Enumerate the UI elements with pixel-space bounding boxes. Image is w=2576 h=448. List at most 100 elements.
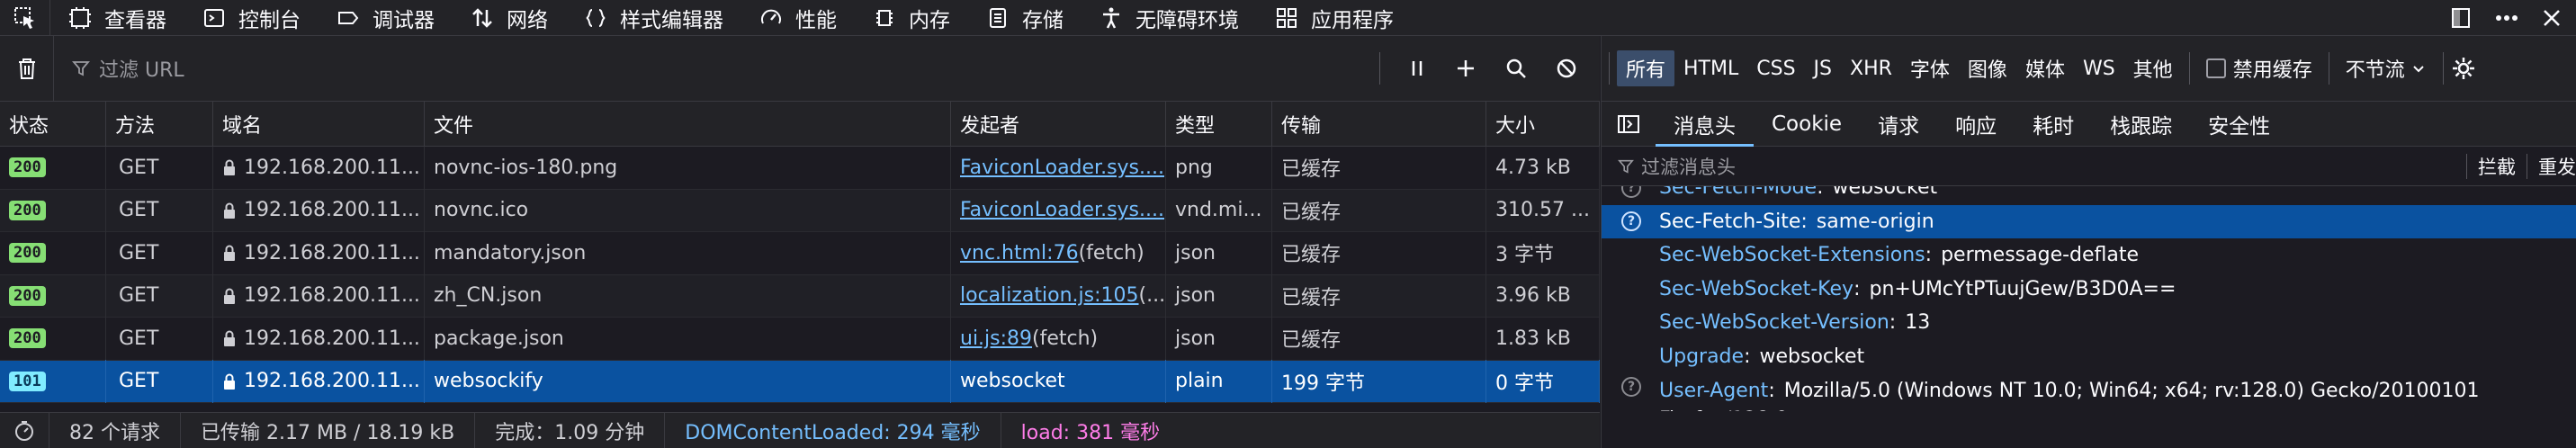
toolbox-tab-console[interactable]: 控制台 bbox=[184, 0, 319, 36]
divider bbox=[1609, 52, 1610, 85]
type-filter-button[interactable]: JS bbox=[1805, 50, 1841, 86]
resend-button[interactable]: 重发 bbox=[2538, 153, 2576, 180]
column-header[interactable]: 方法 bbox=[106, 101, 213, 147]
element-picker-button[interactable] bbox=[0, 0, 50, 36]
add-request-icon[interactable] bbox=[1454, 57, 1477, 80]
transfer-cell: 已缓存 bbox=[1272, 274, 1486, 318]
initiator-cause: (fetch) bbox=[1032, 327, 1099, 350]
header-help-icon[interactable]: ? bbox=[1618, 186, 1645, 198]
disable-cache-toggle[interactable]: 禁用缓存 bbox=[2197, 50, 2321, 86]
domain-text: 192.168.200.11... bbox=[244, 241, 420, 264]
request-row[interactable]: 200 GET 192.168.200.11... mandatory.json vnc… bbox=[0, 231, 1600, 275]
url-filter-input[interactable]: 过滤 URL bbox=[54, 54, 1379, 83]
transfer-cell: 已缓存 bbox=[1272, 231, 1486, 274]
detail-tab[interactable]: 栈跟踪 bbox=[2092, 102, 2190, 147]
header-help-icon[interactable]: ? bbox=[1618, 211, 1645, 232]
domain-text: 192.168.200.11... bbox=[244, 199, 420, 222]
type-filter-button[interactable]: 图像 bbox=[1959, 50, 2016, 86]
type-filter-bar: 所有 HTML CSS JS XHR 字体 图像 媒体 WS 其他 禁用缓存 不节流 bbox=[1602, 36, 2576, 102]
dock-icon[interactable] bbox=[2448, 5, 2473, 31]
header-row[interactable]: ? Sec-Fetch-Site: same-origin bbox=[1602, 204, 2576, 238]
header-row[interactable]: Sec-WebSocket-Key: pn+UMcYtPTuujGew/B3D0A… bbox=[1602, 273, 2576, 307]
header-filter-input[interactable]: 过滤消息头 拦截 重发 bbox=[1602, 147, 2576, 186]
type-filter-button[interactable]: HTML bbox=[1674, 50, 1747, 86]
column-header[interactable]: 传输 bbox=[1272, 101, 1486, 147]
status-badge: 200 bbox=[9, 200, 46, 220]
column-header[interactable]: 域名 bbox=[213, 101, 425, 147]
header-filter-placeholder: 过滤消息头 bbox=[1641, 156, 1736, 178]
type-filter-button[interactable]: 媒体 bbox=[2016, 50, 2074, 86]
type-filter-button[interactable]: WS bbox=[2074, 50, 2124, 86]
toolbox-tab-label: 查看器 bbox=[104, 8, 166, 32]
toolbox-right-controls bbox=[2448, 0, 2576, 36]
type-filter-button[interactable]: XHR bbox=[1841, 50, 1901, 86]
column-header[interactable]: 发起者 bbox=[951, 101, 1166, 147]
detail-tab[interactable]: Cookie bbox=[1754, 102, 1860, 147]
toolbox-tab-label: 调试器 bbox=[372, 8, 435, 32]
request-row[interactable]: 200 GET 192.168.200.11... zh_CN.json localiz… bbox=[0, 274, 1600, 318]
toolbox-tab-label: 性能 bbox=[795, 8, 837, 32]
toolbox-tab-application[interactable]: 应用程序 bbox=[1257, 0, 1412, 36]
toolbox-tab-inspector[interactable]: 查看器 bbox=[50, 0, 184, 36]
file-cell: zh_CN.json bbox=[425, 274, 951, 318]
clear-button[interactable] bbox=[0, 35, 54, 102]
toolbox-tab-label: 应用程序 bbox=[1311, 8, 1394, 32]
toggle-sidebar-button[interactable] bbox=[1602, 102, 1656, 147]
column-header[interactable]: 文件 bbox=[425, 101, 951, 147]
block-button[interactable]: 拦截 bbox=[2478, 153, 2516, 180]
more-options-icon[interactable] bbox=[2493, 5, 2520, 31]
request-headers-list: ? Sec-Fetch-Mode: websocket? Sec-Fetch-Site… bbox=[1602, 186, 2576, 411]
search-icon[interactable] bbox=[1504, 57, 1528, 80]
header-help-icon[interactable]: ? bbox=[1618, 377, 1645, 397]
initiator-link[interactable]: FaviconLoader.sys.... bbox=[960, 199, 1164, 221]
detail-tab[interactable]: 消息头 bbox=[1656, 102, 1754, 147]
toolbox-tab-label: 样式编辑器 bbox=[620, 8, 723, 32]
header-row[interactable]: ? User-Agent: Mozilla/5.0 (Windows NT 10.0… bbox=[1602, 373, 2576, 411]
sidebar-toggle-icon bbox=[1618, 114, 1639, 133]
toolbox-tab-accessibility[interactable]: 无障碍环境 bbox=[1082, 0, 1257, 36]
throttling-select[interactable]: 不节流 bbox=[2337, 50, 2436, 86]
type-filter-button[interactable]: 所有 bbox=[1617, 50, 1675, 86]
toolbox-tab-memory[interactable]: 内存 bbox=[855, 0, 968, 36]
network-settings-gear-icon[interactable] bbox=[2451, 56, 2476, 81]
detail-tab[interactable]: 安全性 bbox=[2190, 102, 2288, 147]
performance-analysis-button[interactable] bbox=[0, 412, 49, 448]
initiator-link[interactable]: vnc.html:76 bbox=[960, 242, 1079, 264]
initiator-link[interactable]: localization.js:105 bbox=[960, 284, 1139, 307]
size-cell: 1.83 kB bbox=[1486, 317, 1600, 360]
picker-icon bbox=[13, 6, 34, 29]
type-cell: json bbox=[1166, 317, 1272, 360]
column-header[interactable]: 状态 bbox=[0, 101, 106, 147]
initiator-link[interactable]: FaviconLoader.sys.... bbox=[960, 157, 1164, 179]
detail-tab[interactable]: 请求 bbox=[1860, 102, 1937, 147]
request-row[interactable]: 200 GET 192.168.200.11... package.json ui.js… bbox=[0, 317, 1600, 361]
toolbox-tab-debugger[interactable]: 调试器 bbox=[319, 0, 453, 36]
toolbox-tab-label: 网络 bbox=[507, 8, 548, 32]
close-icon[interactable] bbox=[2540, 6, 2563, 30]
network-status-bar: 82 个请求 已传输 2.17 MB / 18.19 kB 完成：1.09 分钟… bbox=[0, 412, 1600, 448]
column-header[interactable]: 大小 bbox=[1486, 101, 1600, 147]
block-requests-icon[interactable] bbox=[1555, 57, 1578, 80]
disable-cache-checkbox[interactable] bbox=[2205, 58, 2226, 78]
header-row[interactable]: Upgrade: websocket bbox=[1602, 340, 2576, 374]
header-row[interactable]: Sec-WebSocket-Version:13 bbox=[1602, 306, 2576, 340]
column-header[interactable]: 类型 bbox=[1166, 101, 1272, 147]
toolbox-tab-network[interactable]: 网络 bbox=[453, 0, 566, 36]
domain-text: 192.168.200.11... bbox=[244, 284, 420, 308]
toolbox-tab-storage[interactable]: 存储 bbox=[968, 0, 1082, 36]
header-row[interactable]: Sec-WebSocket-Extensions: permessage-defl… bbox=[1602, 238, 2576, 273]
type-filter-button[interactable]: CSS bbox=[1747, 50, 1804, 86]
initiator-link[interactable]: ui.js:89 bbox=[960, 327, 1032, 350]
header-row[interactable]: ? Sec-Fetch-Mode: websocket bbox=[1602, 186, 2576, 205]
request-row[interactable]: 200 GET 192.168.200.11... novnc-ios-180.png… bbox=[0, 146, 1600, 190]
toolbox-tab-performance[interactable]: 性能 bbox=[741, 0, 855, 36]
detail-tab[interactable]: 响应 bbox=[1937, 102, 2015, 147]
type-filter-button[interactable]: 其他 bbox=[2124, 50, 2182, 86]
type-filter-button[interactable]: 字体 bbox=[1901, 50, 1959, 86]
request-row[interactable]: 101 GET 192.168.200.11... websockify websock… bbox=[0, 360, 1600, 403]
pause-icon[interactable] bbox=[1407, 57, 1427, 80]
disable-cache-label: 禁用缓存 bbox=[2232, 59, 2312, 82]
detail-tab[interactable]: 耗时 bbox=[2015, 102, 2092, 147]
toolbox-tab-style-editor[interactable]: 样式编辑器 bbox=[566, 0, 741, 36]
request-row[interactable]: 200 GET 192.168.200.11... novnc.ico FaviconL… bbox=[0, 189, 1600, 232]
